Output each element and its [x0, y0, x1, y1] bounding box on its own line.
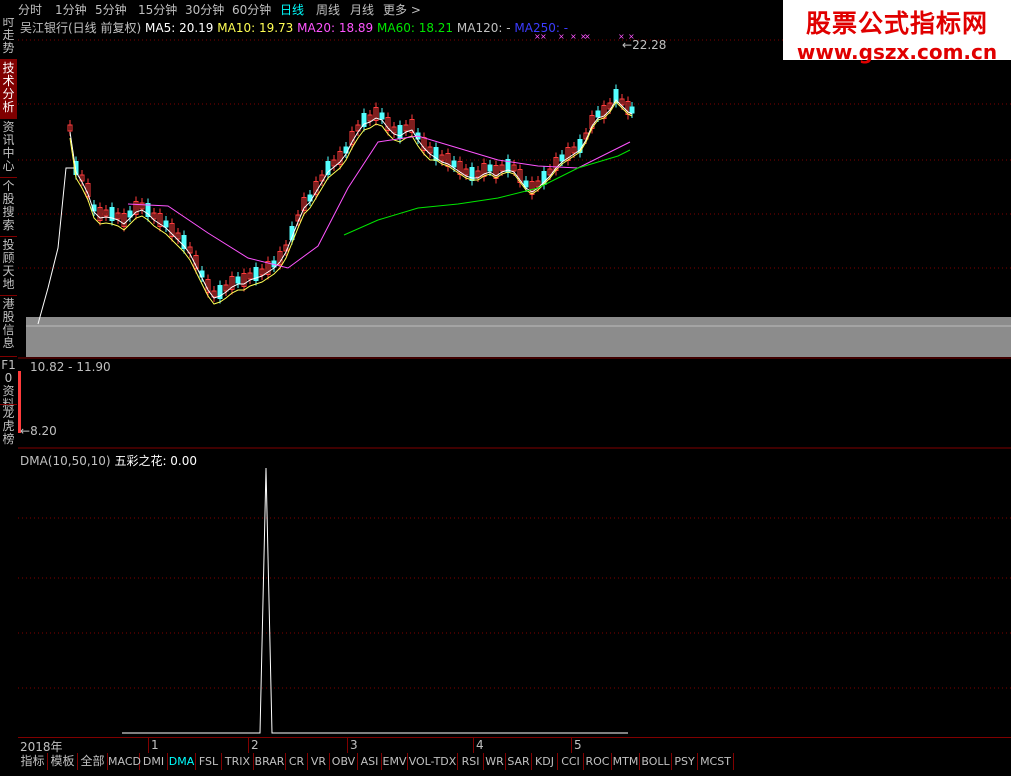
indicator-tab-asi[interactable]: ASI — [358, 753, 382, 770]
time-axis-line — [18, 737, 1011, 738]
watermark-logo: 股票公式指标网 www.gszx.com.cn — [783, 0, 1011, 64]
legend-ma5: MA5: 20.19 — [145, 21, 214, 35]
candle-body — [163, 220, 169, 228]
indicator-tab-cr[interactable]: CR — [286, 753, 308, 770]
sub-formula-value: 五彩之花: 0.00 — [114, 454, 198, 468]
low-price-label: ←8.20 — [20, 424, 57, 438]
period-tab-0[interactable]: 分时 — [18, 1, 42, 18]
indicator-tab-emv[interactable]: EMV — [382, 753, 408, 770]
indicator-tab-trix[interactable]: TRIX — [222, 753, 254, 770]
watermark-url: www.gszx.com.cn — [796, 40, 998, 64]
indicator-tab-dmi[interactable]: DMI — [140, 753, 168, 770]
ma10-line — [69, 101, 633, 305]
sub-legend: DMA(10,50,10) 五彩之花: 0.00 — [20, 452, 197, 469]
indicator-tab-cci[interactable]: CCI — [558, 753, 584, 770]
time-label-1: 1 — [151, 738, 159, 752]
candle-body — [469, 167, 475, 181]
sidebar-tab-2[interactable]: 资讯中心 — [0, 118, 17, 177]
time-tick — [571, 737, 572, 753]
watermark-title: 股票公式指标网 — [805, 9, 988, 38]
time-tick — [248, 737, 249, 753]
indicator-tab-mcst[interactable]: MCST — [698, 753, 734, 770]
sidebar-tab-7[interactable]: 龙虎榜 — [0, 404, 17, 452]
candle-body — [451, 160, 457, 168]
chart-canvas[interactable]: × × × × ×× × × — [18, 18, 1011, 735]
indicator-tab-sar[interactable]: SAR — [506, 753, 532, 770]
sidebar-tab-3[interactable]: 个股搜索 — [0, 177, 17, 236]
indicator-tab-obv[interactable]: OBV — [330, 753, 358, 770]
sidebar-tab-5[interactable]: 港股信息 — [0, 295, 17, 356]
candle-body — [629, 106, 635, 114]
left-tab-sidebar: 分时走势技术分析资讯中心个股搜索投顾天地港股信息F10资料龙虎榜 — [0, 0, 18, 776]
period-tab-3[interactable]: 15分钟 — [138, 1, 177, 18]
low-price-value: 8.20 — [30, 424, 57, 438]
candle-body — [559, 154, 565, 162]
period-tab-9[interactable]: 更多 > — [383, 1, 421, 18]
candle-body — [487, 164, 493, 172]
indicator-tab-fsl[interactable]: FSL — [196, 753, 222, 770]
volume-range-label: 10.82 - 11.90 — [30, 360, 111, 374]
time-label-5: 5 — [574, 738, 582, 752]
period-tab-2[interactable]: 5分钟 — [95, 1, 127, 18]
legend-ma120: MA120: - — [456, 21, 511, 35]
candle-body — [235, 276, 241, 284]
legend-ma20: MA20: 18.89 — [297, 21, 374, 35]
legend-ma10: MA10: 19.73 — [217, 21, 294, 35]
indicator-tab-dma[interactable]: DMA — [168, 753, 196, 770]
max-price-value: 22.28 — [632, 38, 667, 52]
indicator-tab-bar: 指标 模板 全部 MACD DMI DMA FSL TRIX BRAR CR VR OBV ASI EMV… — [18, 753, 1011, 771]
indicator-tab-wr[interactable]: WR — [484, 753, 506, 770]
period-tab-7[interactable]: 周线 — [316, 1, 340, 18]
sidebar-tab-4[interactable]: 投顾天地 — [0, 236, 17, 295]
time-axis: 2018年 1 2 3 4 5 — [18, 737, 1011, 754]
indicator-tab-brar[interactable]: BRAR — [254, 753, 286, 770]
sidebar-tab-1[interactable]: 技术分析 — [0, 59, 17, 118]
time-label-2: 2 — [251, 738, 259, 752]
legend-stock-name: 吴江银行(日线 前复权) — [20, 21, 142, 35]
ma20-line — [127, 135, 631, 269]
low-arrow-icon: ← — [20, 424, 31, 438]
period-tab-6[interactable]: 日线 — [280, 1, 304, 18]
sub-indicator-name: DMA(10,50,10) — [20, 454, 111, 468]
ma5-start-line — [37, 167, 74, 325]
indicator-tab-模板[interactable]: 模板 — [48, 753, 78, 770]
indicator-tab-roc[interactable]: ROC — [584, 753, 612, 770]
indicator-tab-指标[interactable]: 指标 — [18, 753, 48, 770]
indicator-tab-kdj[interactable]: KDJ — [532, 753, 558, 770]
candle-body — [379, 112, 385, 120]
candle-body — [595, 110, 601, 118]
legend-ma250: MA250: - — [514, 21, 569, 35]
dma-line — [122, 467, 628, 734]
indicator-tab-boll[interactable]: BOLL — [640, 753, 672, 770]
ma60-line — [343, 149, 631, 236]
candle-body — [397, 125, 403, 139]
status-line — [0, 771, 1011, 776]
time-tick — [347, 737, 348, 753]
indicator-tab-psy[interactable]: PSY — [672, 753, 698, 770]
time-tick — [148, 737, 149, 753]
period-tab-1[interactable]: 1分钟 — [55, 1, 87, 18]
time-label-4: 4 — [476, 738, 484, 752]
volume-band — [26, 317, 1011, 357]
indicator-tab-全部[interactable]: 全部 — [78, 753, 108, 770]
indicator-tab-vol-tdx[interactable]: VOL-TDX — [408, 753, 458, 770]
period-tab-5[interactable]: 60分钟 — [232, 1, 271, 18]
indicator-tab-mtm[interactable]: MTM — [612, 753, 640, 770]
kline-chart-area[interactable]: × × × × × × × × 吴江银行(日线 前复权) MA5: 20.19 MA10: 1… — [18, 18, 1011, 735]
legend-ma60: MA60: 18.21 — [377, 21, 454, 35]
max-arrow-icon: ← — [622, 38, 633, 52]
max-price-label: ←22.28 — [622, 38, 666, 52]
period-tab-8[interactable]: 月线 — [350, 1, 374, 18]
time-tick — [473, 737, 474, 753]
time-label-3: 3 — [350, 738, 358, 752]
period-tab-4[interactable]: 30分钟 — [185, 1, 224, 18]
indicator-tab-vr[interactable]: VR — [308, 753, 330, 770]
indicator-tab-macd[interactable]: MACD — [108, 753, 141, 770]
sidebar-tab-6[interactable]: F10资料 — [0, 356, 17, 411]
main-legend: 吴江银行(日线 前复权) MA5: 20.19 MA10: 19.73 MA20… — [20, 19, 568, 36]
signal-x-marker: × — [570, 32, 577, 41]
signal-x-marker: × — [584, 32, 591, 41]
indicator-tab-rsi[interactable]: RSI — [458, 753, 484, 770]
